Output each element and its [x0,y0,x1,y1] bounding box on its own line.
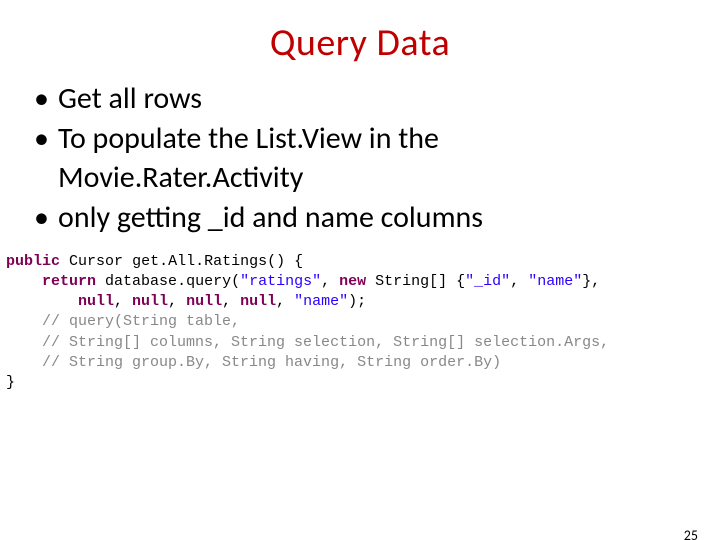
bullet-item: To populate the List.View in the Movie.R… [30,120,690,197]
type-string-array: String[] [375,273,447,290]
keyword-null: null [186,293,222,310]
comma: , [114,293,132,310]
slide-title: Query Data [0,20,720,66]
comma: , [276,293,294,310]
keyword-public: public [6,253,60,270]
string-name-2: "name" [294,293,348,310]
bullet-item: only getting _id and name columns [30,199,690,237]
string-name: "name" [528,273,582,290]
db-var: database [105,273,177,290]
comma: , [168,293,186,310]
comment-line: // String[] columns, String selection, S… [42,334,609,351]
string-id: "_id" [465,273,510,290]
bullet-list: Get all rows To populate the List.View i… [30,80,720,238]
bullet-item: Get all rows [30,80,690,118]
comment-line: // query(String table, [42,313,240,330]
page-number: 25 [684,527,698,540]
array-close: }, [582,273,600,290]
comma: , [321,273,339,290]
type-cursor: Cursor [69,253,123,270]
keyword-null: null [78,293,114,310]
brace-close: } [6,374,15,391]
keyword-new: new [339,273,366,290]
slide: Query Data Get all rows To populate the … [0,20,720,540]
keyword-null: null [132,293,168,310]
array-open: { [447,273,465,290]
dot-query: .query( [177,273,240,290]
keyword-null: null [240,293,276,310]
brace-open: { [285,253,303,270]
comma: , [222,293,240,310]
comma: , [510,273,528,290]
close-paren: ); [348,293,366,310]
code-block: public Cursor get.All.Ratings() { return… [6,252,720,394]
method-name: get.All.Ratings() [132,253,285,270]
keyword-return: return [42,273,96,290]
string-ratings: "ratings" [240,273,321,290]
comment-line: // String group.By, String having, Strin… [42,354,501,371]
